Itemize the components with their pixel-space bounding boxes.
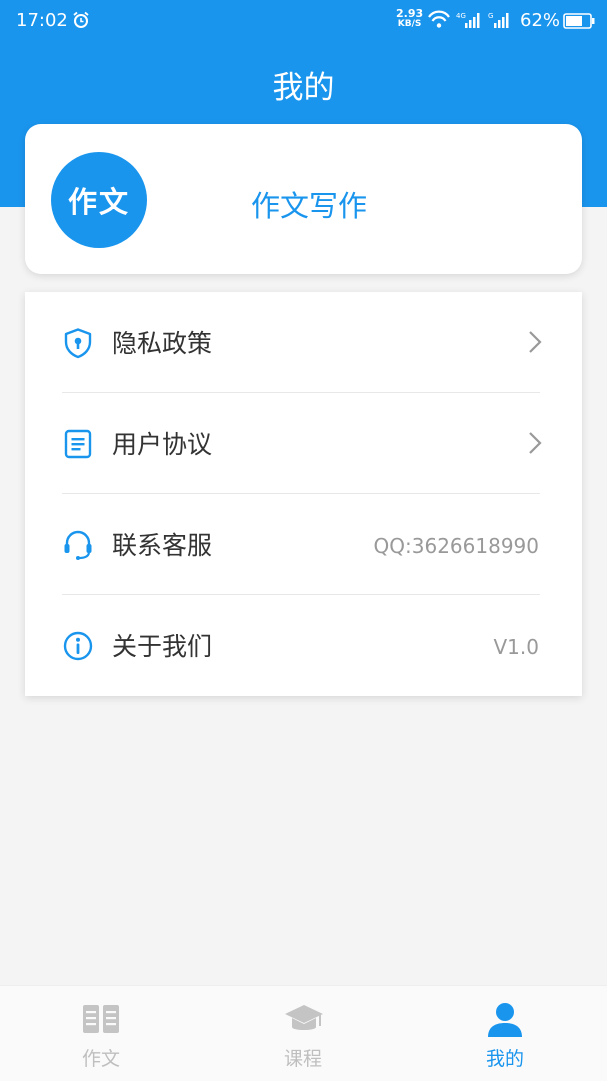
menu-item-label: 隐私政策: [112, 329, 213, 358]
network-speed-unit: KB/S: [397, 19, 422, 29]
page-title: 我的: [272, 70, 335, 106]
status-time: 17:02: [16, 10, 68, 31]
contact-qq-value: QQ:3626618990: [373, 534, 539, 558]
status-bar: 17:02 2.93 KB/S 4G G 62%: [0, 0, 607, 44]
tab-label: 我的: [485, 1048, 524, 1070]
cellular-g-icon: G: [488, 12, 509, 28]
profile-card: 作文 作文写作: [25, 124, 582, 274]
svg-text:G: G: [488, 12, 493, 20]
battery-icon: [563, 13, 595, 33]
tab-courses[interactable]: 课程: [243, 986, 363, 1081]
graduation-cap-icon: [284, 1002, 324, 1040]
menu-card: 隐私政策 用户协议 联系客服 QQ:3626618990 关于我们 V1.0: [25, 292, 582, 696]
menu-item-privacy-policy[interactable]: 隐私政策: [25, 292, 582, 393]
menu-item-label: 联系客服: [112, 531, 213, 560]
book-icon: [82, 1002, 120, 1040]
shield-icon: [62, 327, 94, 359]
info-icon: [62, 630, 94, 662]
svg-text:4G: 4G: [456, 12, 466, 20]
tab-label: 作文: [81, 1048, 120, 1070]
menu-item-user-agreement[interactable]: 用户协议: [25, 393, 582, 494]
avatar: 作文: [51, 152, 147, 248]
alarm-icon: [72, 11, 90, 33]
tab-label: 课程: [283, 1048, 322, 1070]
menu-item-label: 用户协议: [112, 430, 213, 459]
wifi-icon: [428, 10, 450, 28]
menu-item-about-us[interactable]: 关于我们 V1.0: [25, 595, 582, 696]
signal-icons: 4G G: [428, 10, 518, 36]
network-speed: 2.93 KB/S: [396, 8, 423, 30]
chevron-right-icon: [528, 431, 542, 459]
cellular-4g-icon: 4G: [456, 12, 480, 28]
bottom-tab-bar: 作文 课程 我的: [0, 985, 607, 1081]
menu-item-customer-service[interactable]: 联系客服 QQ:3626618990: [25, 494, 582, 595]
person-icon: [486, 1002, 524, 1042]
battery-percent: 62%: [520, 10, 561, 31]
app-name: 作文写作: [251, 189, 368, 223]
version-value: V1.0: [493, 635, 540, 659]
tab-essay[interactable]: 作文: [41, 986, 161, 1081]
network-speed-value: 2.93: [396, 7, 424, 20]
headset-icon: [62, 529, 94, 561]
tab-mine[interactable]: 我的: [445, 986, 565, 1081]
chevron-right-icon: [528, 330, 542, 358]
document-icon: [62, 428, 94, 460]
menu-item-label: 关于我们: [112, 632, 213, 661]
